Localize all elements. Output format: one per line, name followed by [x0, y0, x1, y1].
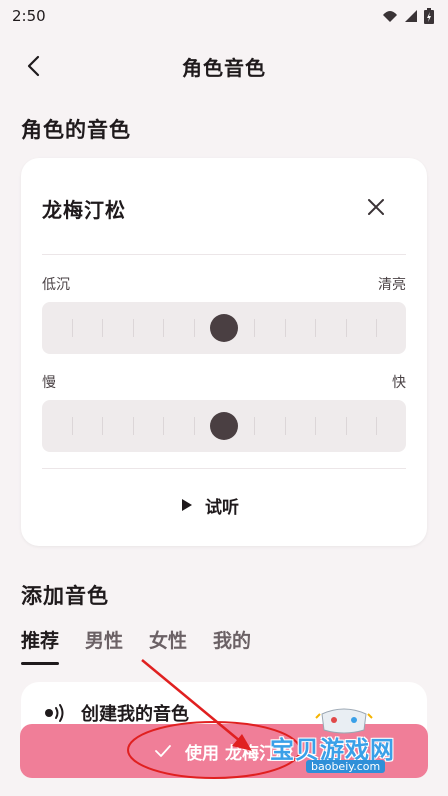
- preview-label: 试听: [205, 497, 239, 518]
- play-icon: [182, 499, 192, 511]
- slider-tick: [132, 417, 134, 435]
- voice-category-tabs: 推荐 男性 女性 我的: [21, 626, 251, 665]
- slider-tick: [132, 319, 134, 337]
- pitch-min-label: 低沉: [42, 277, 70, 293]
- speed-slider[interactable]: [42, 400, 406, 452]
- slider-tick: [284, 319, 286, 337]
- status-time: 2:50: [12, 7, 46, 25]
- slider-tick: [254, 319, 256, 337]
- slider-tick: [72, 417, 73, 435]
- app-bar: 角色音色: [0, 40, 448, 92]
- slider-tick: [163, 319, 165, 337]
- watermark-url: baobeiy.com: [306, 760, 386, 773]
- page-title: 角色音色: [182, 55, 266, 80]
- slider-tick: [345, 319, 347, 337]
- remove-voice-button[interactable]: [361, 192, 391, 222]
- current-voice-heading: 角色的音色: [21, 118, 131, 142]
- close-icon: [368, 199, 384, 215]
- voice-wave-icon: [45, 704, 64, 722]
- slider-tick: [163, 417, 165, 435]
- slider-tick: [315, 417, 317, 435]
- pitch-slider[interactable]: [42, 302, 406, 354]
- preview-button[interactable]: 试听: [181, 488, 239, 522]
- signal-icon: [383, 11, 397, 22]
- status-bar: 2:50: [0, 0, 448, 32]
- slider-tick: [102, 417, 104, 435]
- slider-tick: [102, 319, 104, 337]
- voice-settings-card: 龙梅汀松 低沉 清亮 慢 快 试听: [21, 158, 427, 546]
- battery-icon: [424, 8, 434, 24]
- slider-tick: [376, 417, 377, 435]
- speed-slider-thumb[interactable]: [210, 412, 238, 440]
- slider-tick: [193, 319, 195, 337]
- tab-male[interactable]: 男性: [85, 626, 123, 665]
- cellular-icon: [405, 10, 417, 22]
- pitch-max-label: 清亮: [378, 277, 406, 293]
- divider: [42, 254, 406, 255]
- slider-tick: [315, 319, 317, 337]
- slider-tick: [72, 319, 73, 337]
- list-item-create-voice[interactable]: 创建我的音色: [43, 700, 189, 726]
- slider-tick: [345, 417, 347, 435]
- list-item-label: 创建我的音色: [81, 704, 189, 725]
- slider-tick: [254, 417, 256, 435]
- watermark: 宝贝游戏网 baobeiy.com: [270, 700, 430, 780]
- tab-female[interactable]: 女性: [149, 626, 187, 665]
- chevron-left-icon: [27, 55, 40, 77]
- add-voice-heading: 添加音色: [21, 584, 109, 608]
- check-icon: [155, 745, 171, 757]
- speed-max-label: 快: [392, 375, 406, 391]
- tab-recommended[interactable]: 推荐: [21, 626, 60, 665]
- slider-tick: [376, 319, 377, 337]
- tab-mine[interactable]: 我的: [213, 626, 251, 665]
- voice-name: 龙梅汀松: [42, 198, 126, 222]
- status-icons: [382, 8, 434, 24]
- slider-tick: [284, 417, 286, 435]
- divider: [42, 468, 406, 469]
- slider-tick: [193, 417, 195, 435]
- speed-min-label: 慢: [42, 375, 56, 391]
- pitch-slider-thumb[interactable]: [210, 314, 238, 342]
- back-button[interactable]: [18, 50, 50, 82]
